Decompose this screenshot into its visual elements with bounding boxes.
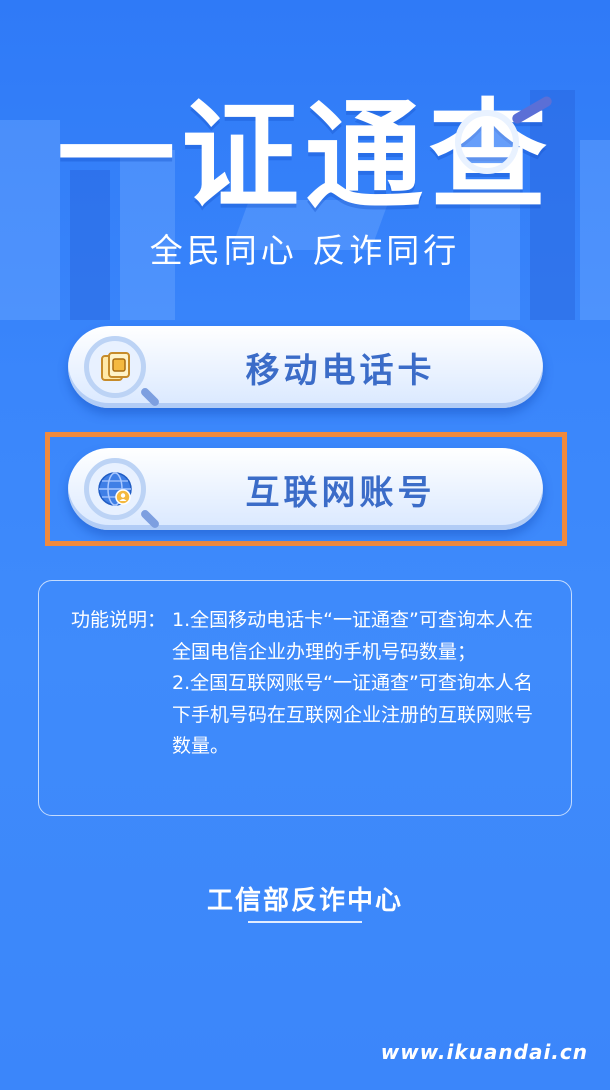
mobile-card-button[interactable]: 移动电话卡 [68,326,543,408]
description-label: 功能说明： [71,609,167,631]
footer-underline [248,921,362,923]
internet-account-button[interactable]: 互联网账号 [68,448,543,530]
description-text: 1.全国移动电话卡“一证通查”可查询本人在全国电信企业办理的手机号码数量； 2.… [172,605,547,763]
internet-account-label: 互联网账号 [245,472,436,513]
hero-banner: 一证通查 全民同心 反诈同行 [0,0,610,320]
globe-user-icon [84,458,161,530]
magnifier-icon [455,110,519,174]
feature-description: 功能说明： 1.全国移动电话卡“一证通查”可查询本人在全国电信企业办理的手机号码… [38,580,572,816]
mobile-card-label: 移动电话卡 [245,350,436,391]
magnifier-handle-icon [139,508,161,530]
sim-card-icon [84,336,161,408]
description-item-1: 1.全国移动电话卡“一证通查”可查询本人在全国电信企业办理的手机号码数量； [172,609,533,663]
footer-org: 工信部反诈中心 [206,886,403,916]
slogan: 全民同心 反诈同行 [149,231,461,270]
description-item-2: 2.全国互联网账号“一证通查”可查询本人名下手机号码在互联网企业注册的互联网账号… [172,672,534,757]
magnifier-handle-icon [139,386,161,408]
watermark: www.ikuandai.cn [380,1040,588,1064]
